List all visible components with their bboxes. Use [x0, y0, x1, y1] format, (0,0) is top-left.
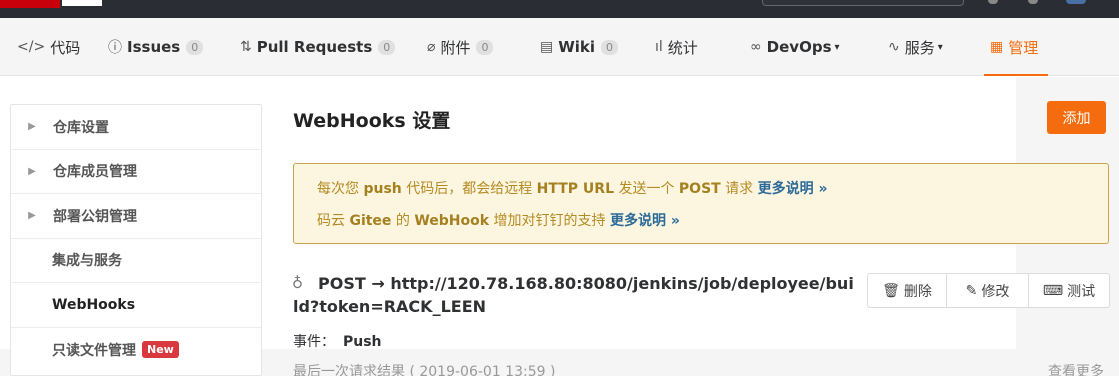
tab-label: 附件 — [440, 38, 471, 57]
event-value: Push — [343, 334, 382, 350]
sidebar-item-webhooks[interactable]: WebHooks — [11, 283, 261, 328]
sidebar-item-integrations[interactable]: 集成与服务 — [11, 239, 261, 283]
delete-button[interactable]: 🗑 删除 — [868, 274, 947, 307]
sidebar-item-label: 集成与服务 — [52, 253, 122, 270]
pull-request-icon: ⇅ — [240, 39, 252, 55]
gitee-logo[interactable] — [0, 0, 60, 8]
edit-icon: ✎ — [965, 282, 978, 299]
tab-label: 管理 — [1008, 38, 1039, 57]
caret-right-icon: ▶ — [28, 165, 36, 177]
tab-wiki[interactable]: ▤ Wiki 0 — [540, 18, 619, 76]
notice-keyword: POST — [678, 181, 721, 197]
notice-text: 代码后，都会给远程 — [401, 181, 537, 197]
button-label: 删除 — [903, 283, 932, 300]
view-more-link[interactable]: 查看更多 — [1048, 361, 1104, 376]
page-title: WebHooks 设置 — [293, 110, 451, 132]
caret-right-icon: ▶ — [28, 210, 36, 222]
top-navbar — [0, 0, 1119, 18]
last-request-result: 最后一次请求结果 ( 2019-06-01 13:59 ) — [293, 364, 556, 376]
trash-icon: 🗑 — [882, 282, 900, 299]
logo-text-fragment — [62, 0, 102, 6]
more-info-link[interactable]: 更多说明 » — [758, 181, 828, 197]
sidebar-item-repo-settings[interactable]: ▶ 仓库设置 — [11, 105, 261, 150]
webhook-event: 事件： Push — [293, 331, 382, 351]
repo-tab-bar: </> 代码 ⓘ Issues 0 ⇅ Pull Requests 0 ⌀ 附件… — [0, 18, 1119, 76]
notice-keyword: HTTP URL — [536, 181, 614, 197]
notice-text: 增加对钉钉的支持 — [489, 213, 610, 229]
caret-down-icon: ▾ — [937, 41, 943, 53]
tab-services[interactable]: ∿ 服务 ▾ — [888, 18, 943, 76]
notice-keyword: WebHook — [414, 213, 490, 229]
info-icon: ⓘ — [108, 40, 122, 56]
tab-label: 服务 — [904, 38, 935, 57]
count-badge: 0 — [186, 39, 204, 55]
more-info-link[interactable]: 更多说明 » — [610, 213, 680, 229]
sidebar-item-label: 只读文件管理 — [52, 342, 136, 359]
tab-code[interactable]: </> 代码 — [17, 18, 80, 76]
paperclip-icon: ⌀ — [427, 39, 436, 55]
pulse-icon: ∿ — [888, 39, 900, 55]
global-search-input[interactable] — [762, 0, 964, 6]
tab-devops[interactable]: ∞ DevOps ▾ — [750, 18, 840, 76]
notice-line: 每次您 push 代码后，都会给远程 HTTP URL 发送一个 POST 请求… — [317, 178, 1108, 210]
notice-keyword: Gitee — [349, 213, 392, 229]
tab-label: Wiki — [558, 38, 596, 56]
notice-text: 发送一个 — [614, 181, 679, 197]
book-icon: ▤ — [540, 39, 554, 55]
count-badge: 0 — [378, 39, 396, 55]
sidebar-item-members[interactable]: ▶ 仓库成员管理 — [11, 150, 261, 194]
caret-right-icon: ▶ — [28, 121, 36, 133]
add-icon[interactable] — [1028, 0, 1038, 4]
active-tab-indicator — [984, 74, 1048, 76]
sidebar-item-label: 部署公钥管理 — [53, 208, 137, 225]
tab-label: 统计 — [667, 38, 698, 57]
tab-label: Pull Requests — [256, 38, 373, 56]
notice-keyword: push — [363, 181, 402, 197]
notice-text: 码云 — [317, 213, 350, 229]
button-label: 测试 — [1067, 283, 1096, 300]
event-label: 事件： — [293, 334, 335, 350]
bar-chart-icon: ıl — [655, 39, 663, 55]
tab-pull-requests[interactable]: ⇅ Pull Requests 0 — [240, 18, 396, 76]
tab-manage[interactable]: ▦ 管理 — [990, 18, 1038, 76]
tab-stats[interactable]: ıl 统计 — [655, 18, 698, 76]
add-webhook-button[interactable]: 添加 — [1047, 101, 1106, 134]
notice-line: 码云 Gitee 的 WebHook 增加对钉钉的支持 更多说明 » — [317, 210, 1108, 242]
caret-down-icon: ▾ — [834, 41, 840, 53]
sidebar-item-label: 仓库设置 — [53, 119, 109, 136]
edit-button[interactable]: ✎ 修改 — [947, 274, 1029, 307]
tab-issues[interactable]: ⓘ Issues 0 — [108, 18, 204, 76]
code-icon: </> — [17, 39, 46, 55]
webhook-actions: 🗑 删除 ✎ 修改 ⌨ 测试 — [867, 273, 1110, 308]
avatar[interactable] — [1066, 0, 1086, 4]
notice-text: 请求 — [720, 181, 758, 197]
count-badge: 0 — [601, 39, 619, 55]
new-badge: New — [142, 341, 179, 359]
count-badge: 0 — [476, 39, 494, 55]
sidebar-item-deploy-keys[interactable]: ▶ 部署公钥管理 — [11, 194, 261, 239]
sidebar-item-label: WebHooks — [52, 296, 136, 313]
manage-icon: ▦ — [990, 39, 1004, 55]
tab-label: 代码 — [50, 38, 81, 57]
webhook-url: POST → http://120.78.168.80:8080/jenkins… — [293, 274, 854, 316]
infinity-icon: ∞ — [750, 39, 762, 55]
button-label: 修改 — [981, 283, 1010, 300]
tab-attachments[interactable]: ⌀ 附件 0 — [427, 18, 494, 76]
sidebar-item-readonly-files[interactable]: 只读文件管理 New — [11, 328, 261, 373]
settings-sidebar: ▶ 仓库设置 ▶ 仓库成员管理 ▶ 部署公钥管理 集成与服务 WebHooks … — [10, 104, 262, 376]
test-button[interactable]: ⌨ 测试 — [1029, 274, 1109, 307]
terminal-icon: ⌨ — [1042, 282, 1064, 299]
notice-text: 的 — [391, 213, 415, 229]
tab-label: Issues — [127, 38, 181, 56]
notification-icon[interactable] — [988, 0, 998, 4]
tab-label: DevOps — [766, 38, 832, 56]
notice-text: 每次您 — [317, 181, 364, 197]
sidebar-item-label: 仓库成员管理 — [53, 164, 137, 181]
webhook-notice: 每次您 push 代码后，都会给远程 HTTP URL 发送一个 POST 请求… — [293, 163, 1109, 244]
